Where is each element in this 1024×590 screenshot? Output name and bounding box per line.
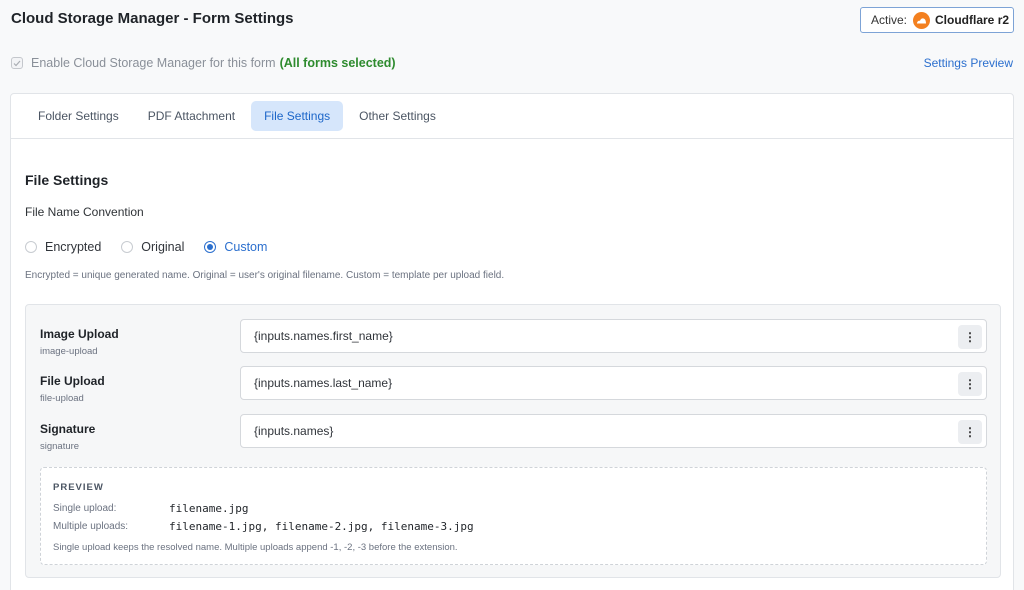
field-name: File Upload — [40, 374, 105, 388]
template-input-image-upload[interactable]: {inputs.names.first_name} ⋮ — [240, 319, 987, 353]
enable-label: Enable Cloud Storage Manager for this fo… — [31, 56, 276, 70]
field-row-file-upload: File Upload file-upload {inputs.names.la… — [26, 366, 1000, 404]
more-vertical-icon[interactable]: ⋮ — [958, 420, 982, 444]
cloudflare-icon — [913, 11, 931, 29]
radio-label: Custom — [224, 240, 268, 254]
radio-custom[interactable]: Custom — [204, 240, 267, 254]
all-forms-note: (All forms selected) — [279, 56, 396, 70]
settings-panel: Folder Settings PDF Attachment File Sett… — [10, 93, 1014, 590]
active-provider-badge[interactable]: Active: Cloudflare r2 — [860, 7, 1014, 33]
field-slug: signature — [40, 441, 80, 452]
radio-circle — [204, 241, 217, 253]
template-value: {inputs.names.last_name} — [254, 376, 393, 390]
radio-circle — [25, 241, 37, 253]
more-vertical-icon[interactable]: ⋮ — [958, 325, 982, 349]
preview-note: Single upload keeps the resolved name. M… — [53, 542, 458, 553]
field-row-signature: Signature signature {inputs.names} ⋮ — [26, 414, 1000, 452]
tab-other-settings[interactable]: Other Settings — [346, 101, 449, 131]
radio-label: Original — [141, 240, 185, 254]
more-vertical-icon[interactable]: ⋮ — [958, 372, 982, 396]
file-name-convention-options: Encrypted Original Custom — [25, 240, 287, 254]
field-slug: image-upload — [40, 346, 98, 357]
provider-name: Cloudflare r2 — [935, 13, 1010, 27]
template-value: {inputs.names} — [254, 424, 334, 438]
page-title: Cloud Storage Manager - Form Settings — [11, 10, 294, 27]
field-name: Signature — [40, 422, 96, 436]
custom-template-fields: Image Upload image-upload {inputs.names.… — [25, 304, 1001, 578]
field-slug: file-upload — [40, 393, 84, 404]
tab-pdf-attachment[interactable]: PDF Attachment — [135, 101, 248, 131]
single-upload-label: Single upload: — [53, 503, 117, 514]
enable-checkbox[interactable] — [11, 57, 23, 69]
filename-preview: PREVIEW Single upload: filename.jpg Mult… — [40, 467, 987, 565]
tab-folder-settings[interactable]: Folder Settings — [25, 101, 132, 131]
tab-bar: Folder Settings PDF Attachment File Sett… — [11, 94, 1013, 139]
template-input-signature[interactable]: {inputs.names} ⋮ — [240, 414, 987, 448]
radio-circle — [121, 241, 134, 253]
active-label: Active: — [871, 13, 908, 27]
single-upload-value: filename.jpg — [169, 502, 249, 515]
multiple-uploads-value: filename-1.jpg, filename-2.jpg, filename… — [169, 520, 474, 533]
radio-label: Encrypted — [45, 240, 102, 254]
file-name-convention-label: File Name Convention — [25, 205, 144, 219]
convention-help-text: Encrypted = unique generated name. Origi… — [25, 270, 505, 281]
field-name: Image Upload — [40, 327, 119, 341]
settings-preview-link[interactable]: Settings Preview — [924, 56, 1013, 70]
preview-title: PREVIEW — [53, 482, 104, 493]
field-row-image-upload: Image Upload image-upload {inputs.names.… — [26, 319, 1000, 357]
template-input-file-upload[interactable]: {inputs.names.last_name} ⋮ — [240, 366, 987, 400]
radio-original[interactable]: Original — [121, 240, 184, 254]
section-title: File Settings — [25, 172, 109, 188]
radio-encrypted[interactable]: Encrypted — [25, 240, 101, 254]
multiple-uploads-label: Multiple uploads: — [53, 521, 129, 532]
template-value: {inputs.names.first_name} — [254, 329, 393, 343]
enable-toggle-row: Enable Cloud Storage Manager for this fo… — [11, 56, 396, 70]
tab-file-settings[interactable]: File Settings — [251, 101, 344, 131]
